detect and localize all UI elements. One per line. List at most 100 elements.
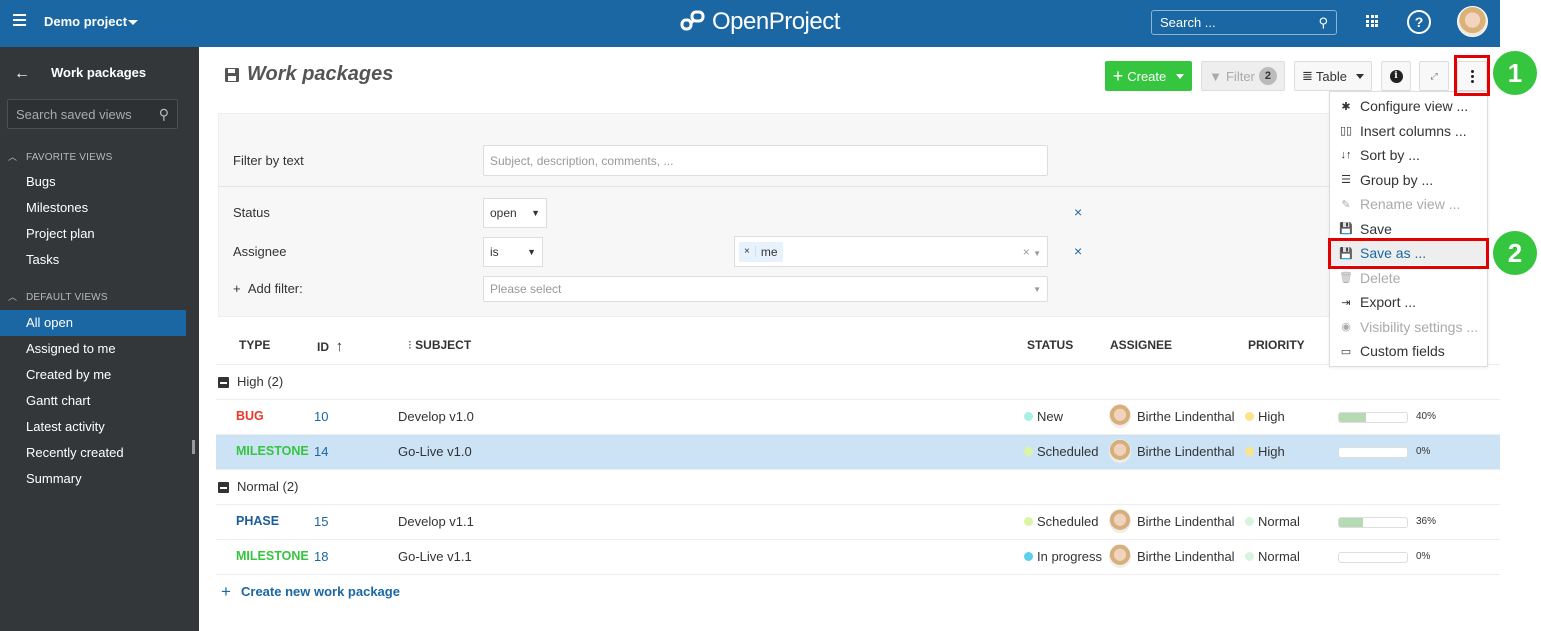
assignee-cell[interactable]: Birthe Lindenthal <box>1109 544 1235 568</box>
type-cell[interactable]: PHASE <box>236 514 279 528</box>
menu-item-sort-by[interactable]: ↓↑ Sort by ... <box>1330 143 1487 167</box>
fullscreen-button[interactable]: ⤢ <box>1419 61 1449 91</box>
collapse-group-icon[interactable] <box>218 482 229 493</box>
status-cell[interactable]: In progress <box>1024 549 1102 564</box>
id-link[interactable]: 15 <box>314 514 328 529</box>
id-link[interactable]: 18 <box>314 549 328 564</box>
sidebar-item-gantt-chart[interactable]: Gantt chart <box>0 388 186 414</box>
assignee-cell[interactable]: Birthe Lindenthal <box>1109 404 1235 428</box>
priority-dot-icon <box>1245 447 1254 456</box>
project-selector[interactable]: Demo project <box>44 14 127 29</box>
assignee-value-select[interactable]: × me × ▼ <box>734 236 1048 267</box>
table-row[interactable]: MILESTONE 14 Go-Live v1.0 Scheduled Birthe L… <box>216 435 1500 470</box>
assignee-cell[interactable]: Birthe Lindenthal <box>1109 509 1235 533</box>
type-cell[interactable]: MILESTONE <box>236 444 309 458</box>
table-row[interactable]: BUG 10 Develop v1.0 New Birthe Lindenthal Hig… <box>216 400 1500 435</box>
priority-cell[interactable]: Normal <box>1245 514 1300 529</box>
sidebar-item-latest-activity[interactable]: Latest activity <box>0 414 186 440</box>
menu-item-rename-view[interactable]: ✎ Rename view ... <box>1330 192 1487 216</box>
id-link[interactable]: 10 <box>314 409 328 424</box>
remove-status-filter-button[interactable]: × <box>1074 204 1082 220</box>
type-cell[interactable]: MILESTONE <box>236 549 309 563</box>
plus-icon: + <box>221 582 231 601</box>
menu-item-save[interactable]: 💾 Save <box>1330 217 1487 241</box>
menu-item-group-by[interactable]: ☰ Group by ... <box>1330 168 1487 192</box>
menu-item-delete[interactable]: 🗑 Delete <box>1330 266 1487 290</box>
sidebar-item-summary[interactable]: Summary <box>0 466 186 492</box>
caret-down-icon: ▼ <box>527 247 536 257</box>
id-link[interactable]: 14 <box>314 444 328 459</box>
type-cell[interactable]: BUG <box>236 409 264 423</box>
trash-icon: 🗑 <box>1339 272 1353 284</box>
sidebar-item-all-open[interactable]: All open <box>0 310 186 336</box>
status-dot-icon <box>1024 447 1033 456</box>
caret-down-icon[interactable] <box>128 20 138 25</box>
page-title-text[interactable]: Work packages <box>247 63 393 86</box>
priority-cell[interactable]: High <box>1245 409 1285 424</box>
subject-cell[interactable]: Go-Live v1.1 <box>398 549 472 564</box>
saved-views-search-input[interactable]: Search saved views ⚲ <box>7 99 178 129</box>
sidebar-item-project-plan[interactable]: Project plan <box>0 221 186 247</box>
hamburger-icon[interactable] <box>13 14 26 26</box>
default-views-heading[interactable]: ︿ DEFAULT VIEWS <box>8 290 108 303</box>
menu-item-custom-fields[interactable]: ▭ Custom fields <box>1330 339 1487 363</box>
step2-highlight <box>1328 238 1489 269</box>
sidebar-resize-handle[interactable] <box>192 440 195 454</box>
details-view-button[interactable]: i <box>1381 61 1411 91</box>
priority-cell[interactable]: Normal <box>1245 549 1300 564</box>
group-label: Normal (2) <box>237 479 299 494</box>
clear-selection-icon[interactable]: × ▼ <box>1023 245 1041 259</box>
subject-cell[interactable]: Develop v1.1 <box>398 514 474 529</box>
filter-text-input[interactable]: Subject, description, comments, ... <box>483 145 1048 176</box>
create-new-work-package-link[interactable]: + Create new work package <box>216 575 1500 609</box>
sidebar-item-assigned-to-me[interactable]: Assigned to me <box>0 336 186 362</box>
add-filter-select[interactable]: Please select ▼ <box>483 276 1048 302</box>
progress-bar <box>1338 412 1408 423</box>
column-header-id[interactable]: ID ↑ <box>317 338 343 355</box>
favorite-views-heading[interactable]: ︿ FAVORITE VIEWS <box>8 150 113 163</box>
global-search-input[interactable]: Search ... ⚲ <box>1151 10 1337 35</box>
filter-button[interactable]: ▼ Filter 2 <box>1201 61 1285 91</box>
menu-item-visibility-settings[interactable]: ◉ Visibility settings ... <box>1330 315 1487 339</box>
sidebar-item-recently-created[interactable]: Recently created <box>0 440 186 466</box>
saved-views-search-placeholder: Search saved views <box>16 107 132 122</box>
priority-cell[interactable]: High <box>1245 444 1285 459</box>
column-header-status[interactable]: STATUS <box>1027 338 1073 352</box>
remove-assignee-filter-button[interactable]: × <box>1074 243 1082 259</box>
search-icon[interactable]: ⚲ <box>1318 15 1328 31</box>
menu-item-export[interactable]: ⇥ Export ... <box>1330 290 1487 314</box>
create-button[interactable]: + Create <box>1105 61 1192 91</box>
status-cell[interactable]: New <box>1024 409 1063 424</box>
status-cell[interactable]: Scheduled <box>1024 444 1098 459</box>
subject-cell[interactable]: Go-Live v1.0 <box>398 444 472 459</box>
sidebar-title: Work packages <box>51 65 147 80</box>
menu-item-configure-view[interactable]: ✱ Configure view ... <box>1330 94 1487 118</box>
progress-bar <box>1338 447 1408 458</box>
page-title: Work packages <box>225 63 393 86</box>
modules-grid-icon[interactable] <box>1366 15 1378 27</box>
assignee-cell[interactable]: Birthe Lindenthal <box>1109 439 1235 463</box>
assignee-operator-select[interactable]: is ▼ <box>483 237 543 267</box>
column-header-type[interactable]: TYPE <box>239 338 270 352</box>
subject-cell[interactable]: Develop v1.0 <box>398 409 474 424</box>
column-header-priority[interactable]: PRIORITY <box>1248 338 1305 352</box>
column-header-assignee[interactable]: ASSIGNEE <box>1110 338 1172 352</box>
sidebar-item-milestones[interactable]: Milestones <box>0 195 186 221</box>
table-row[interactable]: PHASE 15 Develop v1.1 Scheduled Birthe Linde… <box>216 505 1500 540</box>
group-row: High (2) <box>216 365 1500 400</box>
sidebar-item-created-by-me[interactable]: Created by me <box>0 362 186 388</box>
view-mode-button[interactable]: ≣ Table <box>1294 61 1372 91</box>
status-filter-select[interactable]: open ▼ <box>483 198 547 228</box>
remove-tag-icon[interactable]: × <box>739 246 756 257</box>
column-header-subject[interactable]: ⁝ SUBJECT <box>408 338 471 352</box>
help-icon[interactable]: ? <box>1407 10 1431 34</box>
back-arrow-icon[interactable]: ← <box>14 65 30 83</box>
table-row[interactable]: MILESTONE 18 Go-Live v1.1 In progress Birthe… <box>216 540 1500 575</box>
status-cell[interactable]: Scheduled <box>1024 514 1098 529</box>
sidebar-item-tasks[interactable]: Tasks <box>0 247 186 273</box>
user-avatar[interactable] <box>1457 6 1488 37</box>
menu-item-insert-columns[interactable]: ▯▯ Insert columns ... <box>1330 119 1487 143</box>
sidebar-item-bugs[interactable]: Bugs <box>0 169 186 195</box>
openproject-logo[interactable]: OpenProject <box>680 8 840 36</box>
collapse-group-icon[interactable] <box>218 377 229 388</box>
